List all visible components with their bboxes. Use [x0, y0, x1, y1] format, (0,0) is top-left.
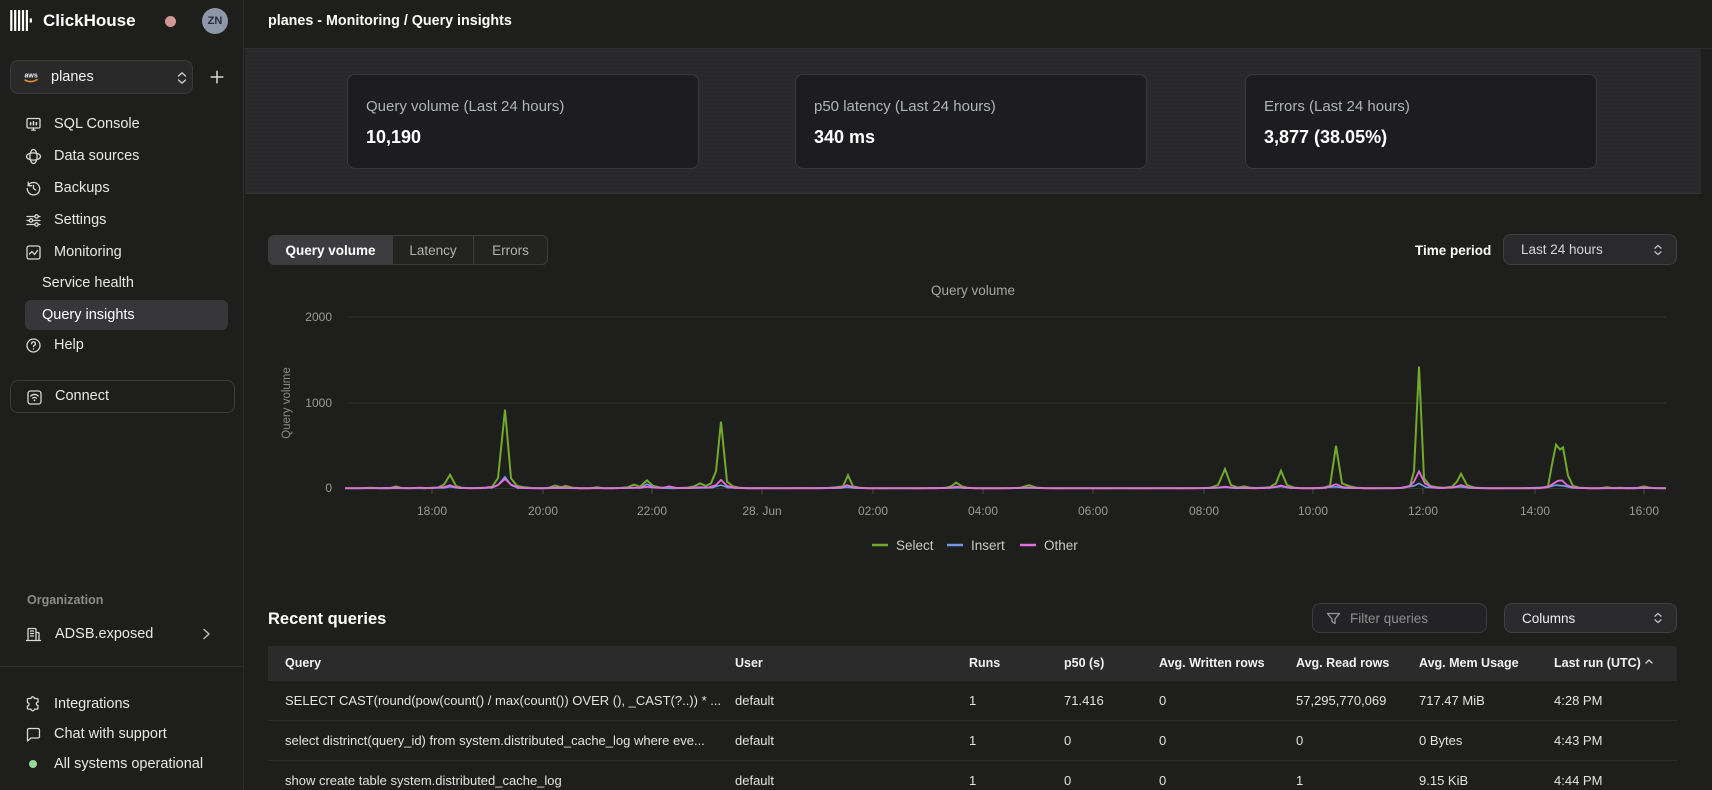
- svg-text:12:00: 12:00: [1408, 504, 1438, 518]
- svg-text:Query volume: Query volume: [281, 367, 293, 439]
- svg-text:2000: 2000: [305, 310, 332, 324]
- svg-text:10:00: 10:00: [1298, 504, 1328, 518]
- svg-text:16:00: 16:00: [1629, 504, 1659, 518]
- svg-text:Select: Select: [896, 538, 934, 553]
- svg-text:0: 0: [325, 481, 332, 495]
- svg-text:Other: Other: [1044, 538, 1078, 553]
- svg-text:18:00: 18:00: [417, 504, 447, 518]
- svg-text:20:00: 20:00: [528, 504, 558, 518]
- svg-text:22:00: 22:00: [637, 504, 667, 518]
- svg-text:06:00: 06:00: [1078, 504, 1108, 518]
- svg-text:aws: aws: [25, 73, 38, 80]
- svg-text:08:00: 08:00: [1189, 504, 1219, 518]
- svg-text:04:00: 04:00: [968, 504, 998, 518]
- svg-text:1000: 1000: [305, 396, 332, 410]
- svg-text:02:00: 02:00: [858, 504, 888, 518]
- svg-text:14:00: 14:00: [1520, 504, 1550, 518]
- svg-text:Insert: Insert: [971, 538, 1005, 553]
- svg-text:28. Jun: 28. Jun: [742, 504, 781, 518]
- svg-text:Query volume: Query volume: [931, 283, 1015, 298]
